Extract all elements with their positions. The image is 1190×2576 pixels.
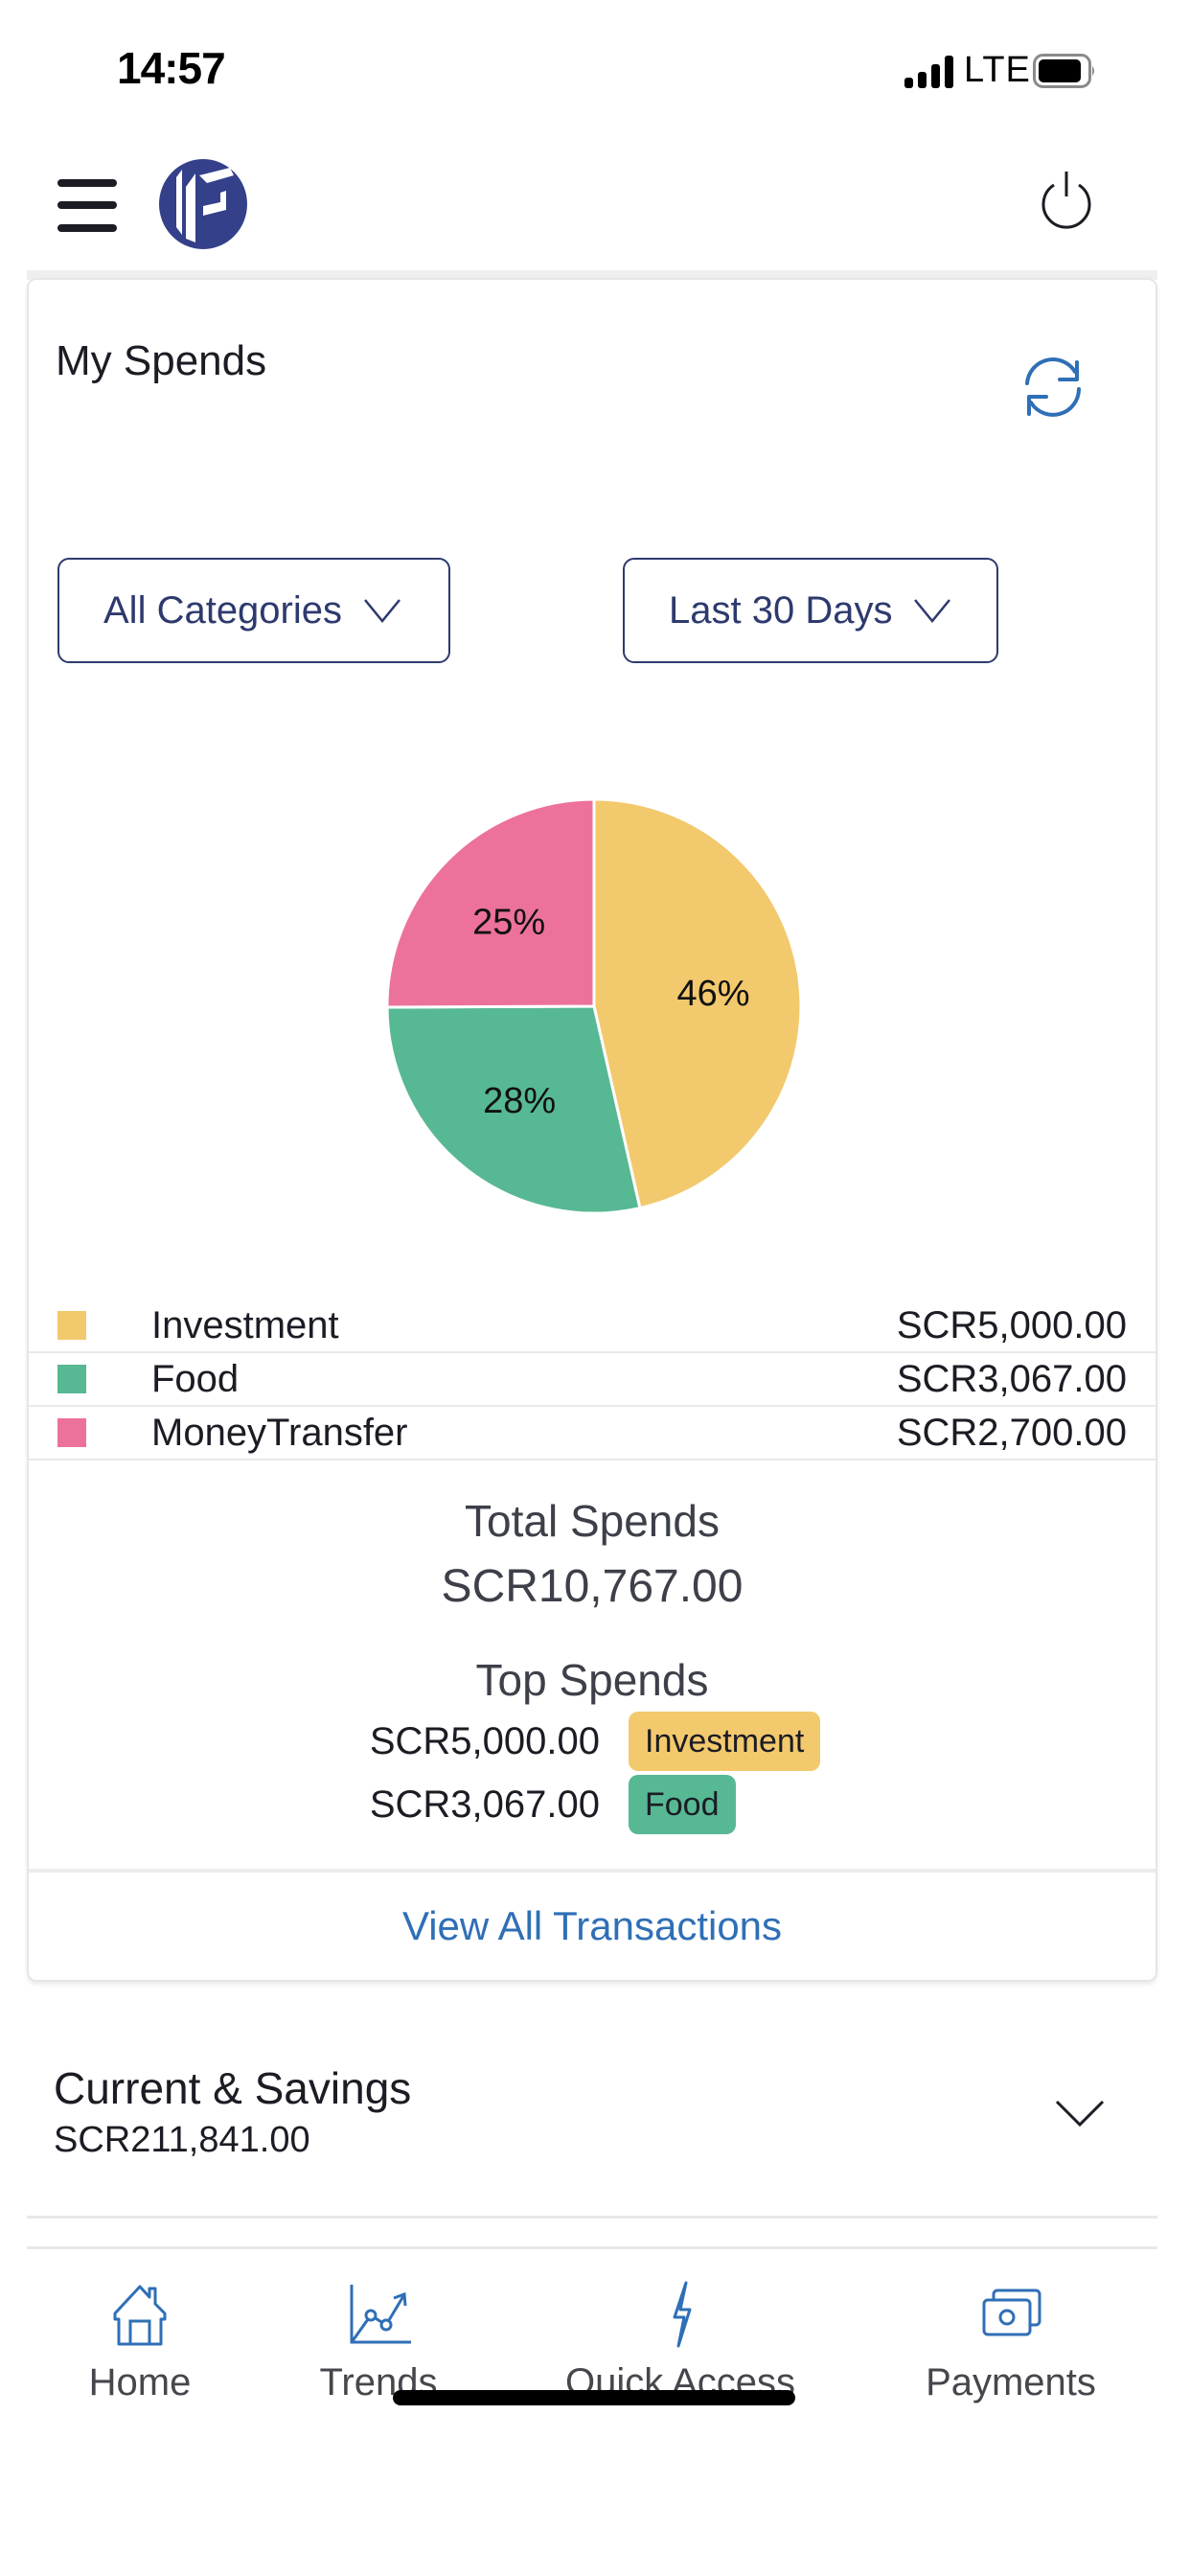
legend-row[interactable]: MoneyTransfer SCR2,700.00: [29, 1407, 1156, 1460]
top-spend-row: SCR5,000.00 Investment: [316, 1712, 821, 1771]
hamburger-menu-icon[interactable]: [54, 171, 123, 232]
nav-label: Payments: [926, 2361, 1096, 2404]
pie-percent-label: 46%: [676, 974, 749, 1014]
pie-percent-label: 28%: [483, 1081, 556, 1121]
nav-trends[interactable]: Trends: [307, 2281, 450, 2404]
home-indicator[interactable]: [393, 2390, 795, 2405]
account-group-title[interactable]: Current & Savings: [54, 2062, 411, 2114]
legend-row[interactable]: Food SCR3,067.00: [29, 1353, 1156, 1407]
divider: [27, 2216, 1157, 2219]
total-spends-label: Total Spends: [465, 1496, 720, 1546]
legend-swatch: [57, 1418, 86, 1447]
nav-payments[interactable]: Payments: [920, 2281, 1102, 2404]
account-group-balance: SCR211,841.00: [54, 2120, 310, 2160]
legend-amount: SCR3,067.00: [896, 1357, 1127, 1400]
total-spends-value: SCR10,767.00: [441, 1561, 744, 1612]
signal-bars-icon: [904, 56, 953, 88]
legend-row[interactable]: Investment SCR5,000.00: [29, 1300, 1156, 1353]
lightning-bolt-icon: [673, 2281, 692, 2348]
top-spend-amount: SCR5,000.00: [369, 1719, 600, 1762]
battery-icon: [1033, 54, 1094, 88]
network-type: LTE: [964, 50, 1031, 90]
payments-cash-icon: [982, 2288, 1041, 2336]
view-all-transactions-link[interactable]: View All Transactions: [29, 1873, 1156, 1980]
category-filter-value: All Categories: [103, 588, 343, 632]
nav-home[interactable]: Home: [82, 2281, 197, 2404]
nav-quick-access[interactable]: Quick Access: [556, 2281, 805, 2404]
pie-percent-label: 25%: [472, 903, 545, 943]
legend-amount: SCR5,000.00: [896, 1303, 1127, 1346]
period-filter-value: Last 30 Days: [669, 588, 893, 632]
legend-amount: SCR2,700.00: [896, 1411, 1127, 1454]
legend-name: Food: [151, 1357, 240, 1400]
top-spend-row: SCR3,067.00 Food: [316, 1775, 736, 1834]
chevron-down-icon: [364, 599, 400, 623]
power-icon[interactable]: [1035, 168, 1098, 235]
legend-name: Investment: [151, 1303, 339, 1346]
home-icon: [113, 2285, 167, 2346]
card-title: My Spends: [56, 337, 267, 384]
legend-swatch: [57, 1365, 86, 1393]
trends-chart-icon: [350, 2285, 411, 2344]
top-spend-category-badge: Food: [629, 1775, 736, 1834]
chevron-down-icon: [914, 599, 951, 623]
legend-swatch: [57, 1311, 86, 1340]
top-spends-label: Top Spends: [475, 1655, 709, 1705]
divider: [27, 2246, 1157, 2249]
legend-name: MoneyTransfer: [151, 1411, 408, 1454]
status-time: 14:57: [117, 43, 226, 93]
chevron-down-icon[interactable]: [1054, 2099, 1106, 2131]
nav-label: Home: [88, 2361, 192, 2404]
top-spend-category-badge: Investment: [629, 1712, 821, 1771]
spends-pie-chart: 46% 28% 25%: [385, 797, 803, 1215]
category-filter-dropdown[interactable]: All Categories: [57, 558, 450, 663]
period-filter-dropdown[interactable]: Last 30 Days: [623, 558, 998, 663]
top-spend-amount: SCR3,067.00: [369, 1782, 600, 1826]
refresh-icon[interactable]: [1014, 347, 1092, 426]
bank-logo[interactable]: [153, 158, 249, 250]
